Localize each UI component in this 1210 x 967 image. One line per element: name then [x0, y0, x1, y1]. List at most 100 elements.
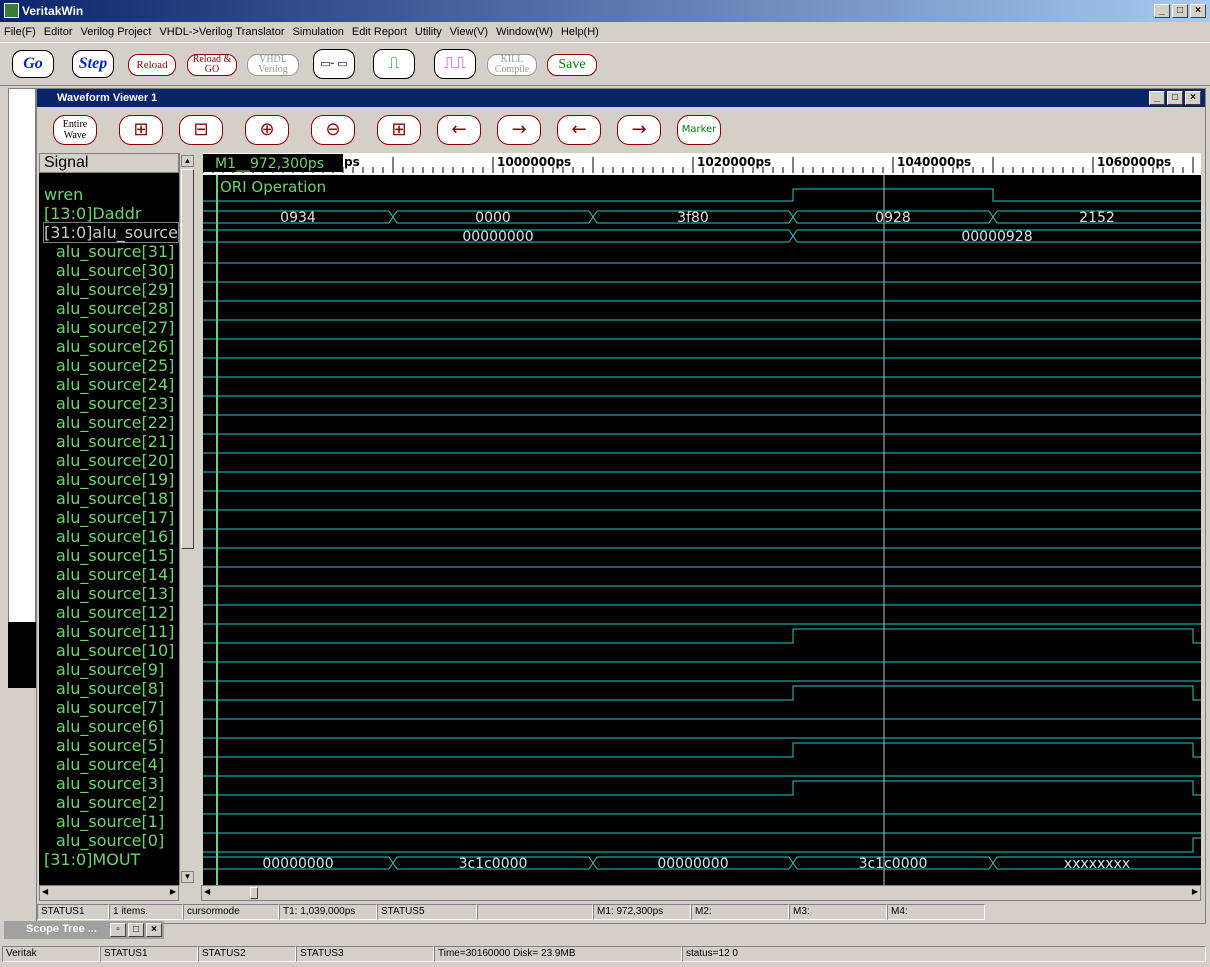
ruler-label: 1040000ps — [897, 155, 971, 169]
scope-restore-button[interactable]: ▫ — [110, 923, 126, 937]
signal-name[interactable]: alu_source[23] — [56, 394, 174, 413]
signal-name[interactable]: [13:0]Daddr — [44, 204, 141, 223]
signal-name[interactable]: alu_source[6] — [56, 717, 164, 736]
prev-edge-button[interactable]: ← — [557, 115, 601, 145]
go-button[interactable]: Go — [12, 50, 54, 78]
save-button[interactable]: Save — [547, 54, 597, 76]
reload-go-button[interactable]: Reload & GO — [187, 54, 237, 76]
maximize-button[interactable]: □ — [1172, 4, 1188, 18]
menu-item[interactable]: Edit Report — [348, 26, 411, 38]
signal-name[interactable]: alu_source[27] — [56, 318, 174, 337]
signal-name[interactable]: alu_source[15] — [56, 546, 174, 565]
marker-button[interactable]: Marker — [677, 115, 721, 145]
signal-name[interactable]: alu_source[25] — [56, 356, 174, 375]
zoom-out-button[interactable]: ⊖ — [311, 115, 355, 145]
wave-horizontal-scrollbar[interactable]: ◀ ▶ — [201, 885, 1201, 901]
signal-vertical-scrollbar[interactable]: ▲ ▼ — [179, 153, 195, 885]
zoom-in-box-button[interactable]: ⊞ — [119, 115, 163, 145]
scroll-left-icon[interactable]: ◀ — [42, 887, 48, 896]
signal-name[interactable]: alu_source[19] — [56, 470, 174, 489]
menu-item[interactable]: Editor — [40, 26, 77, 38]
signal-name[interactable]: alu_source[16] — [56, 527, 174, 546]
console-strip — [8, 622, 36, 688]
signal-name[interactable]: alu_source[4] — [56, 755, 164, 774]
menu-item[interactable]: VHDL->Verilog Translator — [155, 26, 288, 38]
menu-item[interactable]: Help(H) — [557, 26, 603, 38]
vhdl-verilog-button[interactable]: VHDL Verilog — [247, 54, 299, 76]
zoom-in-button[interactable]: ⊕ — [245, 115, 289, 145]
signal-name[interactable]: alu_source[30] — [56, 261, 174, 280]
signal-name[interactable]: alu_source[12] — [56, 603, 174, 622]
scope-maximize-button[interactable]: □ — [128, 923, 144, 937]
scroll-right-icon[interactable]: ▶ — [1192, 887, 1198, 896]
kill-compile-button[interactable]: KILL Compile — [487, 54, 537, 76]
signal-name[interactable]: alu_source[29] — [56, 280, 174, 299]
bus-value: xxxxxxxx — [1064, 856, 1130, 872]
scroll-thumb[interactable] — [181, 169, 194, 549]
ruler-label: 1000000ps — [497, 155, 571, 169]
waveform-area[interactable]: M1__972,300ps ps 1000000ps 1020000ps 104… — [203, 153, 1201, 885]
viewer-minimize-button[interactable]: _ — [1149, 91, 1165, 105]
bus-value: 3f80 — [677, 210, 709, 226]
scroll-right-button[interactable]: → — [497, 115, 541, 145]
signal-name[interactable]: alu_source[7] — [56, 698, 164, 717]
menu-item[interactable]: File(F) — [0, 26, 40, 38]
signal-name[interactable]: alu_source[17] — [56, 508, 174, 527]
viewer-maximize-button[interactable]: □ — [1167, 91, 1183, 105]
step-button[interactable]: Step — [72, 50, 114, 78]
zoom-cursor-button[interactable]: ⊞ — [377, 115, 421, 145]
signal-name[interactable]: alu_source[13] — [56, 584, 174, 603]
next-edge-button[interactable]: → — [617, 115, 661, 145]
signal-name[interactable]: alu_source[14] — [56, 565, 174, 584]
marker-readout: M1__972,300ps — [215, 156, 324, 172]
signal-name[interactable]: alu_source[18] — [56, 489, 174, 508]
waveform-compare-button[interactable]: ⎍⎍ — [434, 49, 476, 79]
viewer-close-button[interactable]: × — [1185, 91, 1201, 105]
signal-name[interactable]: alu_source[9] — [56, 660, 164, 679]
waveform-canvas[interactable]: M1__972,300ps ps 1000000ps 1020000ps 104… — [203, 153, 1201, 885]
close-button[interactable]: × — [1190, 4, 1206, 18]
menu-item[interactable]: View(V) — [446, 26, 492, 38]
signal-name[interactable]: alu_source[11] — [56, 622, 174, 641]
scope-tree-minimized[interactable]: Scope Tree ... ▫ □ × — [4, 921, 164, 939]
zoom-out-box-button[interactable]: ⊟ — [179, 115, 223, 145]
scroll-left-button[interactable]: ← — [437, 115, 481, 145]
signal-name[interactable]: alu_source[1] — [56, 812, 164, 831]
scroll-left-icon[interactable]: ◀ — [204, 887, 210, 896]
minimize-button[interactable]: _ — [1154, 4, 1170, 18]
signal-name[interactable]: alu_source[28] — [56, 299, 174, 318]
menu-item[interactable]: Simulation — [289, 26, 348, 38]
wave-scroll-thumb[interactable] — [250, 887, 258, 899]
signal-name[interactable]: alu_source[24] — [56, 375, 174, 394]
signal-name[interactable]: [31:0]MOUT — [44, 850, 140, 869]
reload-button[interactable]: Reload — [128, 54, 176, 76]
signal-name[interactable]: alu_source[8] — [56, 679, 164, 698]
menu-item[interactable]: Verilog Project — [77, 26, 156, 38]
hierarchy-button[interactable]: ▭╴▭ — [313, 49, 355, 79]
signal-name[interactable]: alu_source[2] — [56, 793, 164, 812]
arrow-left-icon: ← — [571, 119, 587, 140]
signal-name[interactable]: alu_source[26] — [56, 337, 174, 356]
scroll-down-icon[interactable]: ▼ — [181, 871, 194, 883]
arrow-left-icon: ← — [451, 119, 467, 140]
signal-name[interactable]: [31:0]alu_source — [43, 222, 179, 243]
waveform-button[interactable]: ⎍ — [373, 49, 415, 79]
signal-name[interactable]: alu_source[22] — [56, 413, 174, 432]
signal-name[interactable]: alu_source[31] — [56, 242, 174, 261]
menu-item[interactable]: Utility — [411, 26, 446, 38]
scope-close-button[interactable]: × — [146, 923, 162, 937]
signal-name[interactable]: alu_source[3] — [56, 774, 164, 793]
viewer-status-blank — [477, 904, 593, 920]
signal-name[interactable]: alu_source[20] — [56, 451, 174, 470]
scroll-up-icon[interactable]: ▲ — [181, 155, 194, 167]
menu-item[interactable]: Window(W) — [492, 26, 557, 38]
signal-name[interactable]: alu_source[5] — [56, 736, 164, 755]
entire-wave-button[interactable]: Entire Wave — [53, 115, 97, 145]
signal-horizontal-scrollbar[interactable]: ◀ ▶ — [39, 885, 179, 901]
signal-name[interactable]: alu_source[0] — [56, 831, 164, 850]
scroll-right-icon[interactable]: ▶ — [170, 887, 176, 896]
signal-name[interactable]: alu_source[10] — [56, 641, 174, 660]
signal-name[interactable]: wren — [44, 185, 83, 204]
viewer-status-m4: M4: — [887, 904, 985, 920]
signal-name[interactable]: alu_source[21] — [56, 432, 174, 451]
